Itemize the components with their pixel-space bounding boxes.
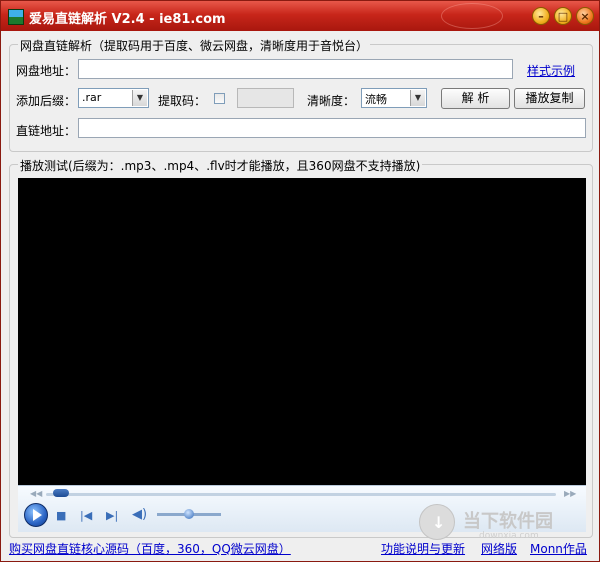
suffix-select[interactable]: .rar ▼: [78, 88, 149, 108]
window-title: 爱易直链解析 V2.4 - ie81.com: [29, 12, 226, 27]
quality-select[interactable]: 流畅 ▼: [361, 88, 427, 108]
play-copy-button[interactable]: 播放复制: [514, 88, 585, 109]
seek-bar[interactable]: [46, 493, 556, 496]
app-window: 爱易直链解析 V2.4 - ie81.com – □ × 网盘直链解析（提取码用…: [0, 0, 600, 562]
suffix-label: 添加后缀：: [16, 94, 77, 108]
code-label: 提取码：: [158, 94, 207, 108]
buy-source-link[interactable]: 购买网盘直链核心源码（百度，360，QQ微云网盘）: [9, 540, 291, 557]
previous-icon[interactable]: |◀: [80, 509, 92, 522]
author-link[interactable]: Monn作品: [530, 540, 587, 557]
quality-label: 清晰度：: [307, 94, 356, 108]
video-area[interactable]: [18, 178, 586, 485]
player-group-legend: 播放测试(后缀为：.mp3、.mp4、.flv时才能播放，且360网盘不支持播放…: [18, 157, 423, 174]
style-example-link[interactable]: 样式示例: [527, 62, 575, 79]
seek-thumb[interactable]: [53, 489, 70, 497]
volume-icon[interactable]: ◀): [132, 507, 147, 522]
stop-icon[interactable]: ■: [56, 509, 66, 522]
web-version-link[interactable]: 网络版: [481, 540, 517, 557]
download-arrow-icon: ↓: [432, 513, 446, 532]
chevron-down-icon[interactable]: ▼: [410, 90, 425, 106]
seek-forward-icon[interactable]: ▶▶: [564, 489, 576, 498]
help-link[interactable]: 功能说明与更新: [381, 540, 465, 557]
direct-link-input[interactable]: [78, 118, 586, 138]
next-icon[interactable]: ▶|: [106, 509, 118, 522]
code-checkbox[interactable]: [214, 93, 225, 104]
parse-button[interactable]: 解 析: [441, 88, 510, 109]
close-button[interactable]: ×: [576, 7, 594, 25]
volume-thumb[interactable]: [184, 509, 194, 519]
code-input[interactable]: [237, 88, 294, 108]
maximize-button[interactable]: □: [554, 7, 572, 25]
app-icon: [8, 9, 24, 25]
title-bar[interactable]: 爱易直链解析 V2.4 - ie81.com – □ ×: [1, 1, 599, 31]
chevron-down-icon[interactable]: ▼: [132, 90, 147, 106]
decorative-swirl-icon: [441, 3, 503, 29]
minimize-button[interactable]: –: [532, 7, 550, 25]
watermark-logo: ↓ 当下软件园 downxia.com: [419, 504, 599, 544]
direct-link-label: 直链地址：: [16, 124, 77, 138]
suffix-value: .rar: [82, 91, 102, 104]
seek-back-icon[interactable]: ◀◀: [30, 489, 42, 498]
quality-value: 流畅: [365, 93, 387, 106]
url-label: 网盘地址：: [16, 64, 77, 78]
parse-group-legend: 网盘直链解析（提取码用于百度、微云网盘，清晰度用于音悦台）: [18, 37, 371, 54]
play-button[interactable]: [24, 503, 48, 527]
download-circle-icon: ↓: [419, 504, 455, 540]
url-input[interactable]: [78, 59, 513, 79]
watermark-text: 当下软件园: [463, 511, 553, 532]
